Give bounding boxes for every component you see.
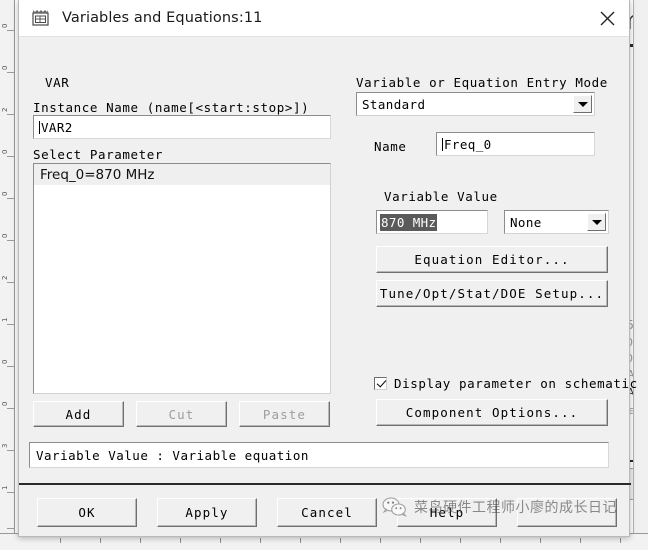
instance-name-label: Instance Name (name[<start:stop>]) — [33, 100, 310, 115]
entry-mode-select[interactable]: Standard — [356, 92, 595, 116]
entry-mode-label: Variable or Equation Entry Mode — [356, 75, 608, 90]
help-button[interactable]: Help — [397, 498, 497, 527]
tune-opt-stat-doe-setup-button[interactable]: Tune/Opt/Stat/DOE Setup... — [376, 280, 608, 307]
list-item-label: Freq_0=870 MHz — [40, 166, 155, 183]
variable-value-label: Variable Value — [384, 189, 498, 204]
paste-button[interactable]: Paste — [239, 401, 330, 427]
status-bar: Variable Value : Variable equation — [29, 442, 609, 468]
cut-button[interactable]: Cut — [136, 401, 227, 427]
ok-button-label: OK — [78, 505, 96, 520]
instance-name-input[interactable]: VAR2 — [33, 115, 331, 139]
var-document-icon — [31, 9, 51, 27]
help-button-label: Help — [429, 505, 465, 520]
units-value: None — [510, 214, 542, 230]
entry-mode-value: Standard — [362, 96, 426, 112]
vertical-ruler: 0 0 2 0 0 0 2 1 0 0 3 1 — [0, 0, 15, 550]
add-button[interactable]: Add — [33, 401, 124, 427]
cut-button-label: Cut — [168, 406, 195, 422]
paste-button-label: Paste — [262, 406, 307, 422]
dialog-titlebar: Variables and Equations:11 — [19, 0, 629, 37]
footer-divider — [19, 483, 631, 485]
name-label: Name — [374, 139, 407, 154]
text-caret — [442, 137, 443, 151]
variable-value-input[interactable]: 870 MHz — [376, 210, 488, 234]
var-label: VAR — [45, 75, 70, 90]
name-input[interactable]: Freq_0 — [436, 132, 595, 156]
component-options-label: Component Options... — [405, 405, 579, 420]
variables-and-equations-dialog: Variables and Equations:11 VAR Instance … — [18, 0, 637, 537]
cancel-button-label: Cancel — [301, 505, 353, 520]
ok-button[interactable]: OK — [37, 498, 137, 527]
checkbox-check-icon[interactable] — [374, 377, 387, 390]
parameter-listbox[interactable]: Freq_0=870 MHz — [33, 163, 331, 394]
display-on-schematic-label: Display parameter on schematic — [394, 376, 638, 391]
chevron-down-icon[interactable] — [573, 95, 592, 113]
name-value: Freq_0 — [444, 136, 492, 152]
schematic-right-toolbar — [633, 0, 648, 550]
apply-button[interactable]: Apply — [157, 498, 257, 527]
apply-button-label: Apply — [185, 505, 229, 520]
variable-value-text: 870 MHz — [380, 213, 438, 231]
dialog-body: VAR Instance Name (name[<start:stop>]) V… — [19, 37, 637, 536]
units-select[interactable]: None — [504, 210, 609, 234]
equation-editor-label: Equation Editor... — [414, 252, 570, 267]
equation-editor-button[interactable]: Equation Editor... — [376, 246, 608, 273]
add-button-label: Add — [65, 406, 92, 422]
list-item[interactable]: Freq_0=870 MHz — [34, 164, 330, 185]
select-parameter-label: Select Parameter — [33, 147, 164, 162]
instance-name-value: VAR2 — [41, 119, 73, 135]
tune-setup-label: Tune/Opt/Stat/DOE Setup... — [379, 286, 605, 301]
display-on-schematic-checkbox[interactable]: Display parameter on schematic — [374, 376, 638, 391]
footer-extra-button[interactable] — [517, 498, 617, 527]
text-caret — [39, 120, 40, 134]
status-text: Variable Value : Variable equation — [36, 447, 309, 463]
component-options-button[interactable]: Component Options... — [376, 399, 608, 426]
chevron-down-icon[interactable] — [587, 213, 606, 231]
close-icon[interactable] — [585, 0, 629, 36]
dialog-title: Variables and Equations:11 — [62, 10, 263, 26]
cancel-button[interactable]: Cancel — [277, 498, 377, 527]
